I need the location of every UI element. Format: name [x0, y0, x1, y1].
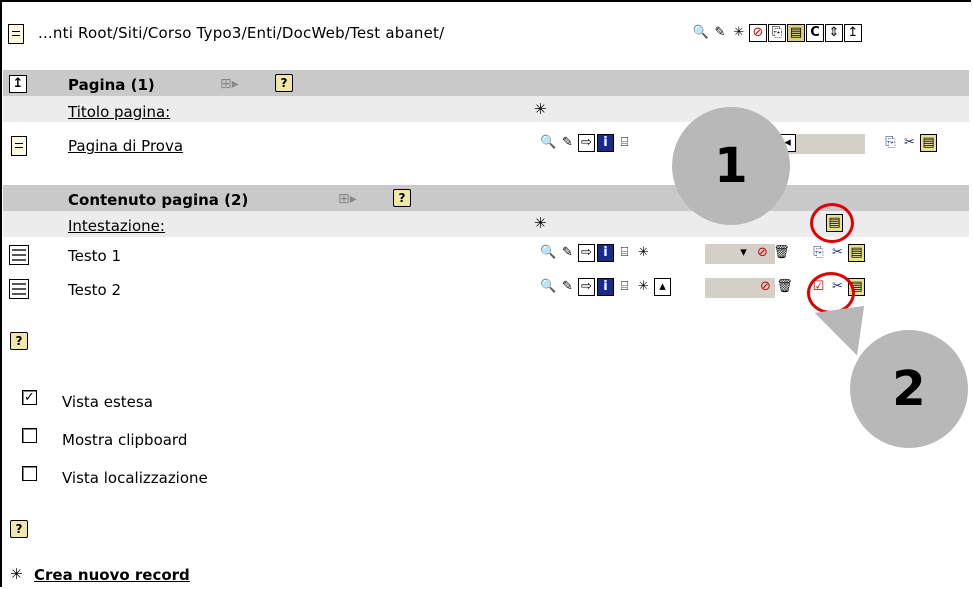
copy-icon[interactable]: ⎘	[882, 134, 899, 152]
content-clipboard-actions: ⎘ ✂ ▤	[810, 244, 865, 262]
history-icon[interactable]: ⌸	[616, 134, 633, 152]
clear-cache-icon[interactable]: C	[806, 24, 824, 42]
content-actions-2: ⊘ 🗑	[757, 278, 793, 296]
cut-icon[interactable]: ✂	[901, 134, 918, 152]
text-icon[interactable]	[9, 279, 29, 299]
expand-icon[interactable]: ⊞▸	[220, 75, 239, 93]
content-row-title[interactable]: Testo 2	[68, 281, 121, 299]
edit-icon[interactable]: ✎	[559, 134, 576, 152]
copy-icon[interactable]: ⎘	[810, 244, 827, 262]
callout-2: 2	[850, 330, 968, 448]
content-actions: 🔍 ✎ ⇨ i ⌸ ✳ ▴	[540, 278, 671, 296]
localization-view-label: Vista localizzazione	[62, 469, 208, 487]
move-down-icon[interactable]: ▾	[735, 244, 752, 262]
help-icon[interactable]: ?	[10, 520, 28, 538]
view-icon[interactable]: 🔍	[540, 134, 557, 152]
breadcrumb-path: ...nti Root/Siti/Corso Typo3/Enti/DocWeb…	[38, 24, 445, 42]
history-icon[interactable]: ⌸	[616, 278, 633, 296]
page-icon[interactable]	[11, 136, 27, 156]
move-up-icon[interactable]: ▴	[654, 278, 671, 296]
edit-pencil-icon[interactable]: ✎	[711, 24, 729, 42]
move-icon[interactable]: ⇨	[578, 278, 595, 296]
content-section-title: Contenuto pagina (2)	[68, 191, 249, 209]
delete-icon[interactable]: 🗑	[776, 278, 793, 296]
level-up-icon[interactable]: ↥	[9, 75, 27, 93]
column-title-label[interactable]: Titolo pagina:	[68, 103, 170, 121]
paste-icon[interactable]: ▤	[787, 24, 805, 42]
view-icon[interactable]: 🔍	[540, 244, 557, 262]
paste-after-icon[interactable]: ▤	[848, 244, 865, 262]
new-record-link[interactable]: Crea nuovo record	[34, 566, 190, 584]
zoom-icon[interactable]: 🔍	[692, 24, 710, 42]
hide-icon[interactable]: ⊘	[757, 278, 774, 296]
move-icon[interactable]: ⎘	[768, 24, 786, 42]
help-icon[interactable]: ?	[10, 332, 28, 350]
column-header-label[interactable]: Intestazione:	[68, 217, 165, 235]
new-after-icon[interactable]: ✳	[635, 278, 652, 296]
localization-view-checkbox[interactable]	[22, 466, 37, 481]
sort-icon[interactable]: ⇕	[825, 24, 843, 42]
move-icon[interactable]: ⇨	[578, 134, 595, 152]
help-icon[interactable]: ?	[393, 189, 411, 207]
page-title-link[interactable]: Pagina di Prova	[68, 137, 183, 155]
callout-1: 1	[672, 107, 790, 225]
show-clipboard-label: Mostra clipboard	[62, 431, 188, 449]
new-record-icon[interactable]: ✳	[730, 24, 748, 42]
new-page-icon[interactable]: ✳	[534, 100, 547, 118]
extended-view-label: Vista estesa	[62, 393, 153, 411]
content-actions: 🔍 ✎ ⇨ i ⌸ ✳	[540, 244, 652, 262]
delete-icon[interactable]: 🗑	[773, 244, 790, 262]
content-actions-2: ▾ ⊘ 🗑	[735, 244, 790, 262]
info-icon[interactable]: i	[597, 244, 614, 262]
history-icon[interactable]: ⌸	[616, 244, 633, 262]
help-icon[interactable]: ?	[275, 74, 293, 92]
show-clipboard-checkbox[interactable]	[22, 428, 37, 443]
edit-icon[interactable]: ✎	[559, 278, 576, 296]
new-after-icon[interactable]: ✳	[635, 244, 652, 262]
highlight-ring-1	[810, 203, 854, 243]
text-image-icon[interactable]	[9, 245, 29, 265]
new-record-icon[interactable]: ✳	[10, 565, 23, 583]
move-icon[interactable]: ⇨	[578, 244, 595, 262]
page-clipboard-actions: ⎘ ✂ ▤	[882, 134, 937, 152]
content-row-title[interactable]: Testo 1	[68, 247, 121, 265]
paste-into-icon[interactable]: ▤	[920, 134, 937, 152]
level-up-icon[interactable]: ↥	[844, 24, 862, 42]
info-icon[interactable]: i	[597, 278, 614, 296]
new-content-icon[interactable]: ✳	[534, 214, 547, 232]
info-icon[interactable]: i	[597, 134, 614, 152]
edit-icon[interactable]: ✎	[559, 244, 576, 262]
extended-view-checkbox[interactable]: ✓	[22, 390, 37, 405]
hide-icon[interactable]: ⊘	[754, 244, 771, 262]
view-icon[interactable]: 🔍	[540, 278, 557, 296]
pages-section-title: Pagina (1)	[68, 76, 155, 94]
page-icon[interactable]	[8, 24, 24, 44]
path-toolbar: 🔍 ✎ ✳ ⊘ ⎘ ▤ C ⇕ ↥	[692, 24, 862, 42]
expand-icon[interactable]: ⊞▸	[338, 190, 357, 208]
hide-icon[interactable]: ⊘	[749, 24, 767, 42]
cut-icon[interactable]: ✂	[829, 244, 846, 262]
page-actions: 🔍 ✎ ⇨ i ⌸	[540, 134, 633, 152]
